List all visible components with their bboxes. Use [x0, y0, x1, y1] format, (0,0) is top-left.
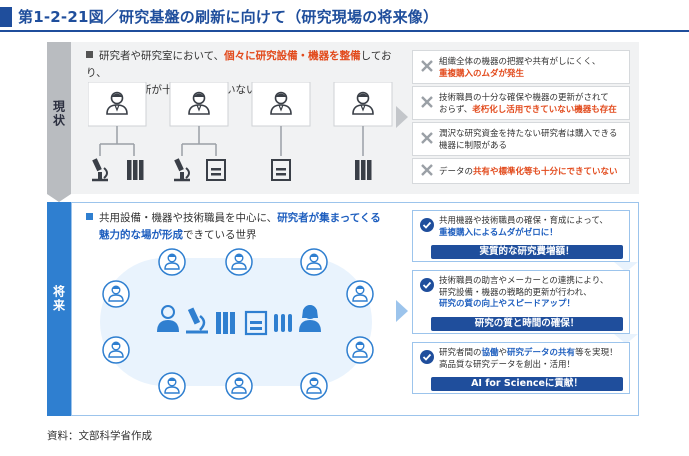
problem-highlight: 老朽化し活用できていない機器も存在	[472, 105, 617, 115]
title-marker	[0, 7, 12, 27]
bullet-square-icon	[86, 51, 93, 58]
benefit-highlight: 協働	[481, 348, 499, 358]
benefit-item: 共用機器や技術職員の確保・育成によって、 重複購入によるムダがゼロに！ 実質的な…	[412, 210, 630, 262]
future-intro-prefix: 共用設備・機器や技術職員を中心に、	[99, 212, 278, 224]
problem-text: 機器に制限がある	[439, 141, 508, 151]
problem-highlight: 重複購入のムダが発生	[439, 69, 525, 79]
benefit-highlight: 研究データの共有	[507, 348, 576, 358]
future-label-wrap: 将来	[47, 285, 71, 313]
future-intro-suffix: できている世界	[183, 229, 257, 241]
chevron-right-icon	[396, 106, 408, 128]
current-label: 現状	[51, 100, 66, 128]
benefit-result-bar: AI for Scienceに貢献！	[431, 377, 623, 391]
current-label-wrap: 現状	[47, 100, 71, 128]
benefit-highlight: 研究の質の向上やスピードアップ！	[439, 299, 576, 309]
problem-item: 組織全体の機器の把握や共有がしにくく、 重複購入のムダが発生	[412, 50, 630, 84]
benefit-result-bar: 実質的な研究費増額！	[431, 245, 623, 259]
problem-text: データの	[439, 167, 474, 177]
benefit-line: 研究者間の	[439, 348, 482, 358]
check-circle-icon	[420, 350, 434, 364]
title-underline	[0, 30, 689, 32]
bullet-square-icon	[86, 213, 93, 220]
check-circle-icon	[420, 278, 434, 292]
problem-item: データの共有や標準化等も十分にできていない	[412, 158, 630, 184]
shared-hub-diagram	[102, 248, 374, 400]
problem-highlight: 共有や標準化等も十分にできていない	[473, 167, 618, 177]
benefit-item: 研究者間の協働や研究データの共有等を実現！ 高品質な研究データを創出・活用！ A…	[412, 342, 630, 394]
current-down-arrow	[47, 194, 71, 202]
problem-text: 技術職員の十分な確保や機器の更新がされて	[439, 93, 609, 103]
current-intro-highlight: 個々に研究設備・機器を整備	[224, 50, 361, 62]
benefit-highlight: 重複購入によるムダがゼロに！	[439, 227, 558, 238]
benefit-line: や	[498, 348, 508, 358]
benefit-text: 技術職員の助言やメーカーとの連携により、 研究設備・機器の戦略的更新が行われ、 …	[439, 276, 623, 311]
cross-icon	[421, 132, 433, 144]
problem-text: おらず、	[439, 105, 473, 115]
benefit-line: 技術職員の助言やメーカーとの連携により、	[439, 276, 609, 286]
source-note: 資料：文部科学省作成	[47, 430, 152, 442]
benefit-line: 等を実現！	[575, 348, 618, 358]
benefit-item: 技術職員の助言やメーカーとの連携により、 研究設備・機器の戦略的更新が行われ、 …	[412, 270, 630, 334]
future-intro-highlight: 研究者が集まってくる	[277, 212, 381, 224]
problem-item: 潤沢な研究資金を持たない研究者は購入できる 機器に制限がある	[412, 122, 630, 156]
benefit-result-bar: 研究の質と時間の確保！	[431, 317, 623, 331]
benefit-line: 研究設備・機器の戦略的更新が行われ、	[439, 287, 592, 298]
benefit-line: 高品質な研究データを創出・活用！	[439, 359, 576, 370]
current-intro-prefix: 研究者や研究室において、	[99, 50, 225, 62]
future-intro-highlight: 魅力的な場が形成	[99, 229, 183, 241]
check-circle-icon	[420, 218, 434, 232]
cross-icon	[421, 96, 433, 108]
chevron-right-icon	[396, 300, 408, 322]
isolated-labs-diagram	[88, 82, 393, 182]
future-description: 共用設備・機器や技術職員を中心に、研究者が集まってくる 魅力的な場が形成できてい…	[86, 210, 406, 244]
figure-title: 第1-2-21図／研究基盤の刷新に向けて（研究現場の将来像）	[18, 8, 439, 26]
benefit-line: 共用機器や技術職員の確保・育成によって、	[439, 216, 608, 226]
cross-icon	[421, 164, 433, 176]
problem-text: 組織全体の機器の把握や共有がしにくく、	[439, 57, 601, 67]
benefit-text: 共用機器や技術職員の確保・育成によって、 重複購入によるムダがゼロに！	[439, 216, 623, 239]
problem-text: 潤沢な研究資金を持たない研究者は購入できる	[439, 129, 618, 139]
problem-item: 技術職員の十分な確保や機器の更新がされて おらず、老朽化し活用できていない機器も…	[412, 86, 630, 120]
benefit-text: 研究者間の協働や研究データの共有等を実現！ 高品質な研究データを創出・活用！	[439, 348, 623, 371]
future-label: 将来	[51, 285, 66, 313]
cross-icon	[421, 60, 433, 72]
